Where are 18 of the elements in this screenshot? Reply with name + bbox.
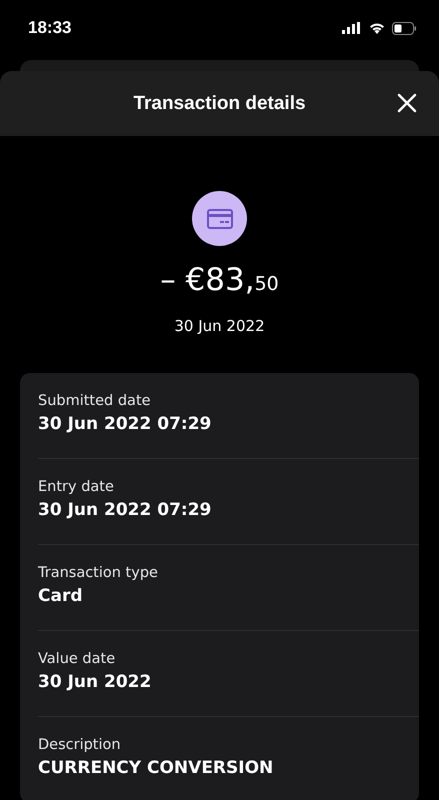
detail-value: 30 Jun 2022 07:29: [38, 500, 212, 520]
battery-icon: [392, 22, 417, 34]
detail-label: Transaction type: [38, 565, 159, 581]
detail-value: CURRENCY CONVERSION: [38, 758, 274, 778]
transaction-date: 30 Jun 2022: [174, 317, 265, 335]
status-time: 18:33: [28, 18, 72, 38]
wifi-icon: [369, 22, 385, 34]
close-icon[interactable]: [397, 93, 417, 113]
detail-value: 30 Jun 2022 07:29: [38, 414, 212, 434]
signal-icon: [342, 22, 362, 34]
detail-label: Value date: [38, 651, 116, 667]
transaction-amount: – €83,50: [160, 261, 279, 300]
sheet-title: Transaction details: [133, 92, 306, 114]
detail-value: Card: [38, 586, 84, 606]
detail-label: Entry date: [38, 479, 115, 495]
detail-label: Submitted date: [38, 393, 152, 409]
detail-label: Description: [38, 737, 122, 753]
detail-value: 30 Jun 2022: [38, 672, 152, 692]
